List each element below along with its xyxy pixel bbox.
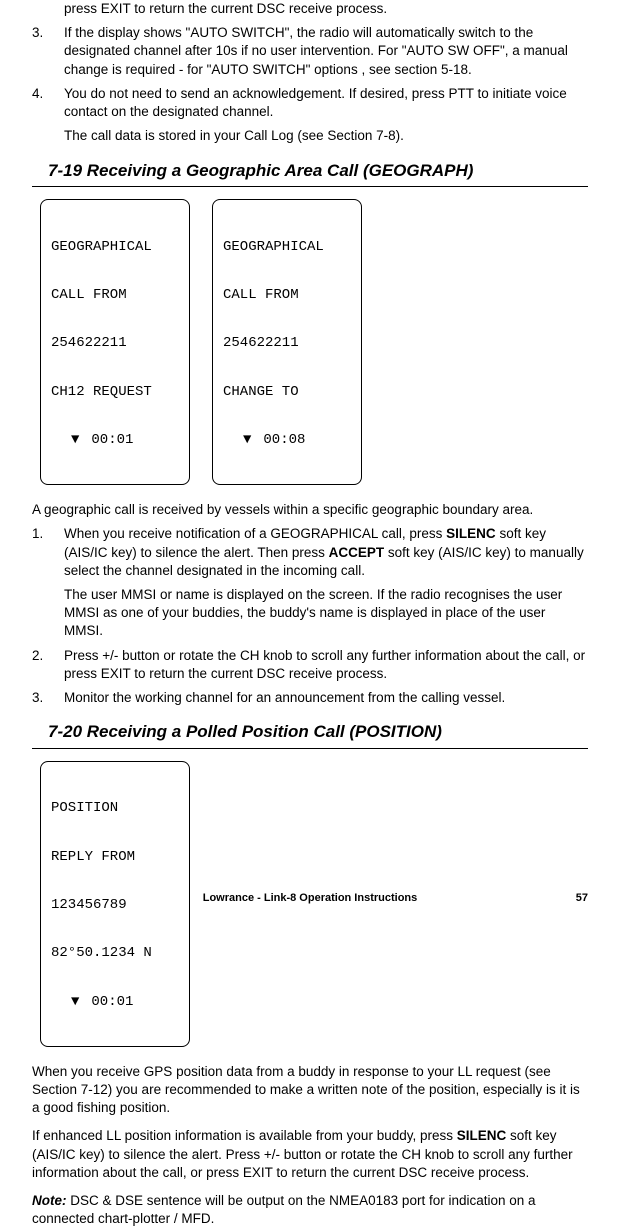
lcd-screen-2: GEOGRAPHICAL CALL FROM 254622211 CHANGE … xyxy=(212,199,362,485)
item-number: 2. xyxy=(32,647,64,683)
list-item: 3. If the display shows "AUTO SWITCH", t… xyxy=(32,24,588,79)
note-label: Note: xyxy=(32,1193,67,1208)
item-number: 4. xyxy=(32,85,64,146)
item-body: Monitor the working channel for an annou… xyxy=(64,689,588,707)
item-body: When you receive notification of a GEOGR… xyxy=(64,525,588,640)
lcd-row: GEOGRAPHICAL CALL FROM 254622211 CH12 RE… xyxy=(32,199,588,485)
down-arrow-icon: ▼ xyxy=(71,994,79,1010)
lcd-line: GEOGRAPHICAL xyxy=(223,239,351,255)
lcd-screen-1: GEOGRAPHICAL CALL FROM 254622211 CH12 RE… xyxy=(40,199,190,485)
continuation-line: press EXIT to return the current DSC rec… xyxy=(32,0,588,18)
item-body: You do not need to send an acknowledgeme… xyxy=(64,85,588,146)
item-subtext: The user MMSI or name is displayed on th… xyxy=(64,586,588,641)
section-title-719: 7-19 Receiving a Geographic Area Call (G… xyxy=(32,156,588,188)
list-item: 3. Monitor the working channel for an an… xyxy=(32,689,588,707)
lcd-time: 00:08 xyxy=(263,432,305,448)
lcd-line: 254622211 xyxy=(51,335,179,351)
list-item: 2. Press +/- button or rotate the CH kno… xyxy=(32,647,588,683)
lcd-line: CH12 REQUEST xyxy=(51,384,179,400)
page-number: 57 xyxy=(576,891,588,906)
silenc-key-label: SILENC xyxy=(457,1128,507,1143)
item-body: Press +/- button or rotate the CH knob t… xyxy=(64,647,588,683)
footer-title: Lowrance - Link-8 Operation Instructions xyxy=(32,891,588,906)
item-text: You do not need to send an acknowledgeme… xyxy=(64,85,588,121)
list-item: 4. You do not need to send an acknowledg… xyxy=(32,85,588,146)
item-body: If the display shows "AUTO SWITCH", the … xyxy=(64,24,588,79)
item-text: When you receive notification of a GEOGR… xyxy=(64,525,588,580)
lcd-line: CALL FROM xyxy=(51,287,179,303)
item-number: 3. xyxy=(32,24,64,79)
list-item: 1. When you receive notification of a GE… xyxy=(32,525,588,640)
lead-paragraph: A geographic call is received by vessels… xyxy=(32,501,588,519)
lcd-line: 82°50.1234 N xyxy=(51,945,179,961)
lcd-time: 00:01 xyxy=(91,432,133,448)
lcd-line: 254622211 xyxy=(223,335,351,351)
item-subtext: The call data is stored in your Call Log… xyxy=(64,127,588,145)
accept-key-label: ACCEPT xyxy=(329,545,385,560)
page-footer: Lowrance - Link-8 Operation Instructions… xyxy=(32,891,588,906)
item-number: 3. xyxy=(32,689,64,707)
lcd-line: CHANGE TO xyxy=(223,384,351,400)
down-arrow-icon: ▼ xyxy=(243,432,251,448)
lcd-line: GEOGRAPHICAL xyxy=(51,239,179,255)
lcd-time: 00:01 xyxy=(91,994,133,1010)
body-paragraph: When you receive GPS position data from … xyxy=(32,1063,588,1118)
note-paragraph: Note: DSC & DSE sentence will be output … xyxy=(32,1192,588,1228)
section-title-720: 7-20 Receiving a Polled Position Call (P… xyxy=(32,717,588,749)
silenc-key-label: SILENC xyxy=(446,526,496,541)
item-number: 1. xyxy=(32,525,64,640)
lcd-line: POSITION xyxy=(51,800,179,816)
lcd-line: REPLY FROM xyxy=(51,849,179,865)
lcd-line: CALL FROM xyxy=(223,287,351,303)
body-paragraph: If enhanced LL position information is a… xyxy=(32,1127,588,1182)
down-arrow-icon: ▼ xyxy=(71,432,79,448)
